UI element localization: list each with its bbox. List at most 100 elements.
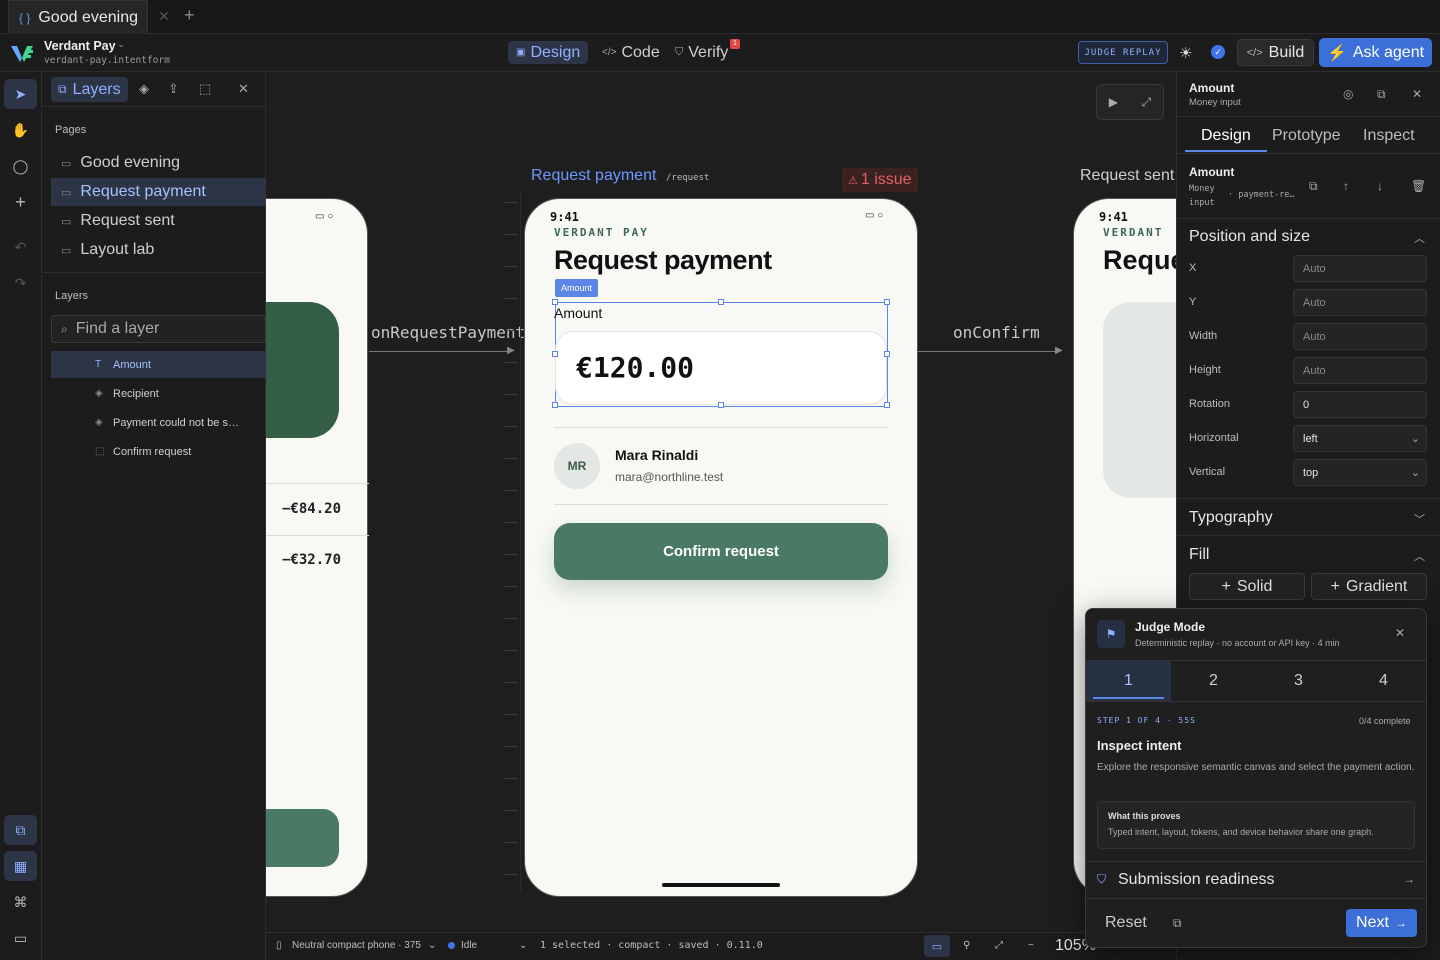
arrow-right-icon[interactable]: →: [1403, 872, 1415, 886]
submission-readiness-link[interactable]: Submission readiness: [1118, 871, 1275, 889]
resize-handle[interactable]: [884, 402, 890, 408]
resize-handle[interactable]: [718, 299, 724, 305]
prop-x-label: X: [1189, 262, 1197, 274]
tab-design[interactable]: Design: [1201, 127, 1251, 145]
delete-icon[interactable]: 🗑: [1411, 179, 1426, 193]
tab-inspect[interactable]: Inspect: [1363, 127, 1415, 145]
close-tab-icon[interactable]: ✕: [158, 8, 170, 25]
popout-icon[interactable]: ⧉: [1377, 87, 1386, 102]
mode-design-tab[interactable]: ▣ Design: [508, 41, 589, 64]
ask-agent-button[interactable]: ⚡ Ask agent: [1319, 38, 1432, 67]
chevron-up-icon[interactable]: ︿: [1414, 548, 1425, 564]
action-button[interactable]: [266, 809, 339, 867]
present-icon[interactable]: ▶: [1109, 95, 1118, 109]
move-up-icon[interactable]: ↑: [1343, 179, 1349, 193]
panel-toggle-icon[interactable]: ▭: [4, 923, 37, 953]
design-canvas[interactable]: ▭ ○ −€84.20 −€32.70 onRequestPayment ▶ R…: [266, 72, 1176, 932]
step-tab-3[interactable]: 3: [1256, 661, 1341, 701]
next-button[interactable]: Next →: [1346, 909, 1417, 937]
hand-tool-icon[interactable]: ✋: [4, 115, 37, 145]
verified-check-icon[interactable]: ✓: [1211, 45, 1225, 59]
confirm-request-button[interactable]: Confirm request: [554, 523, 888, 580]
resize-handle[interactable]: [552, 299, 558, 305]
select-tool-icon[interactable]: ➤: [4, 79, 37, 109]
device-select[interactable]: Neutral compact phone · 375: [292, 940, 422, 951]
link-icon[interactable]: ⚲: [963, 940, 970, 951]
project-name[interactable]: Verdant Pay: [44, 39, 116, 53]
target-icon[interactable]: ◎: [1343, 87, 1353, 101]
layer-search-input[interactable]: ⌕ Find a layer: [51, 315, 266, 343]
prop-horizontal-select[interactable]: left ⌄: [1293, 425, 1427, 452]
chevron-down-icon[interactable]: ﹀: [1414, 511, 1425, 527]
prop-y-input[interactable]: Auto: [1293, 289, 1427, 316]
resize-handle[interactable]: [884, 351, 890, 357]
stack-icon[interactable]: ◈: [139, 81, 149, 97]
page-request-payment[interactable]: ▭ Request payment: [51, 178, 266, 206]
chevron-down-icon[interactable]: ⌄: [428, 940, 436, 951]
fit-icon[interactable]: ⤢: [995, 940, 1003, 951]
chevron-down-icon[interactable]: ⌄: [117, 39, 125, 50]
layers-tab[interactable]: ⧉ Layers: [51, 77, 128, 102]
page-good-evening[interactable]: ▭ Good evening: [51, 149, 266, 177]
comment-tool-icon[interactable]: ◯: [4, 151, 37, 181]
close-panel-icon[interactable]: ✕: [238, 81, 249, 97]
step-tab-4[interactable]: 4: [1341, 661, 1426, 701]
layer-recipient[interactable]: ◈ Recipient: [51, 380, 266, 407]
amount-value[interactable]: €120.00: [576, 351, 694, 384]
duplicate-icon[interactable]: ⧉: [1309, 179, 1318, 194]
components-rail-icon[interactable]: ▦: [4, 851, 37, 881]
frame-icon[interactable]: ⬚: [199, 81, 211, 97]
resize-handle[interactable]: [552, 402, 558, 408]
position-size-heading[interactable]: Position and size: [1189, 228, 1310, 246]
move-down-icon[interactable]: ↓: [1377, 179, 1383, 193]
state-select[interactable]: Idle: [461, 940, 477, 951]
close-icon[interactable]: ✕: [1412, 87, 1422, 101]
mode-verify-tab[interactable]: ⛉ Verify: [667, 41, 736, 64]
command-icon[interactable]: ⌘: [4, 887, 37, 917]
prop-width-input[interactable]: Auto: [1293, 323, 1427, 350]
tab-good-evening[interactable]: { } Good evening: [8, 0, 148, 34]
prop-height-input[interactable]: Auto: [1293, 357, 1427, 384]
mode-code-tab[interactable]: </> Code: [594, 41, 668, 64]
close-icon[interactable]: ✕: [1395, 626, 1405, 640]
layer-confirm-request[interactable]: ⬚ Confirm request: [51, 438, 266, 465]
new-tab-icon[interactable]: +: [184, 5, 195, 26]
fill-gradient-button[interactable]: + Gradient: [1311, 573, 1427, 600]
upload-icon[interactable]: ⇪: [168, 81, 179, 97]
prop-x-input[interactable]: Auto: [1293, 255, 1427, 282]
layers-rail-icon[interactable]: ⧉: [4, 815, 37, 845]
resize-handle[interactable]: [552, 351, 558, 357]
frame-label[interactable]: Request payment: [531, 167, 656, 185]
undo-icon[interactable]: ↶: [4, 232, 37, 262]
prop-rotation-input[interactable]: 0: [1293, 391, 1427, 418]
layer-amount[interactable]: T Amount: [51, 351, 266, 378]
frame-label[interactable]: Request sent: [1080, 167, 1174, 185]
step-tab-2[interactable]: 2: [1171, 661, 1256, 701]
typography-heading[interactable]: Typography: [1189, 509, 1273, 527]
add-tool-icon[interactable]: +: [4, 187, 37, 217]
resize-handle[interactable]: [718, 402, 724, 408]
judge-replay-button[interactable]: JUDGE REPLAY: [1078, 41, 1168, 64]
chevron-down-icon[interactable]: ⌄: [519, 940, 527, 951]
fill-heading[interactable]: Fill: [1189, 546, 1209, 564]
fill-solid-button[interactable]: + Solid: [1189, 573, 1305, 600]
external-link-icon[interactable]: ⧉: [1173, 916, 1182, 931]
expand-icon[interactable]: ⤢: [1142, 95, 1152, 110]
frame-good-evening[interactable]: ▭ ○ −€84.20 −€32.70: [266, 198, 369, 897]
resize-handle[interactable]: [884, 299, 890, 305]
frame-request-payment[interactable]: 9:41 ▭ ○ VERDANT PAY Request payment Amo…: [524, 198, 918, 897]
issue-badge[interactable]: ⚠ 1 issue: [842, 168, 918, 192]
page-layout-lab[interactable]: ▭ Layout lab: [51, 236, 266, 264]
layer-payment-error[interactable]: ◈ Payment could not be s…: [51, 409, 266, 436]
redo-icon[interactable]: ↷: [4, 268, 37, 298]
reset-button[interactable]: Reset: [1105, 914, 1147, 932]
prop-vertical-select[interactable]: top ⌄: [1293, 459, 1427, 486]
step-tab-1[interactable]: 1: [1086, 661, 1171, 701]
page-request-sent[interactable]: ▭ Request sent: [51, 207, 266, 235]
zoom-out-icon[interactable]: −: [1028, 940, 1034, 951]
build-button[interactable]: </> Build: [1237, 39, 1314, 66]
frame-view-icon[interactable]: ▭: [924, 935, 950, 957]
theme-toggle-icon[interactable]: ☀: [1179, 44, 1192, 62]
tab-prototype[interactable]: Prototype: [1272, 127, 1340, 145]
chevron-up-icon[interactable]: ︿: [1414, 230, 1425, 246]
